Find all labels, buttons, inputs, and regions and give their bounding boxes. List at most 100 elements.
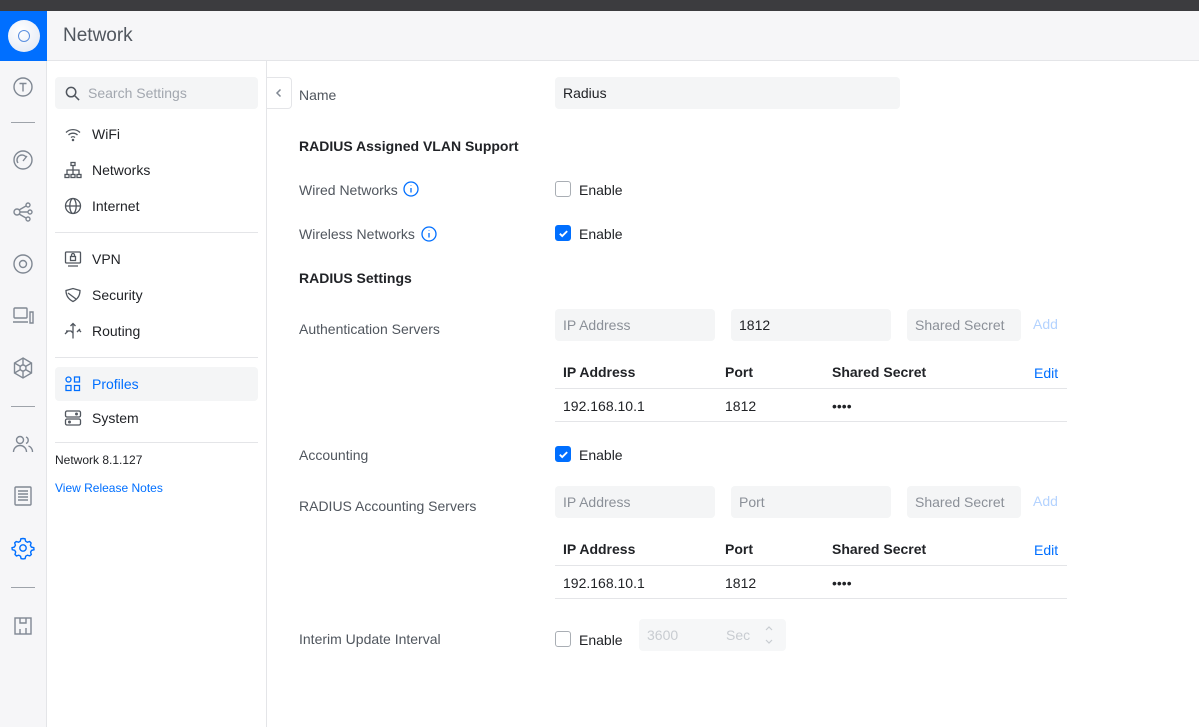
nav-divider [55, 442, 258, 443]
nav-item-profiles[interactable]: Profiles [55, 367, 258, 401]
acct-table-header-port: Port [725, 541, 753, 557]
window-top-bar [0, 0, 1199, 11]
nav-item-networks[interactable]: Networks [55, 153, 258, 187]
acct-edit-button[interactable]: Edit [1034, 542, 1058, 558]
auth-edit-button[interactable]: Edit [1034, 365, 1058, 381]
wired-networks-label: Wired Networks [299, 182, 398, 198]
wifi-icon [65, 128, 81, 142]
acct-port-input[interactable] [731, 486, 891, 518]
nav-item-system[interactable]: System [55, 401, 258, 435]
icon-rail [0, 61, 47, 727]
topology-map-icon[interactable] [9, 198, 37, 226]
nav-item-label: Internet [92, 198, 140, 214]
name-input[interactable] [555, 77, 900, 109]
profiles-icon [65, 376, 81, 392]
wireless-enable-checkbox[interactable] [555, 225, 571, 241]
admins-icon[interactable] [9, 430, 37, 458]
acct-add-button[interactable]: Add [1033, 493, 1058, 509]
table-divider [555, 598, 1067, 599]
accounting-enable-label: Enable [579, 447, 623, 463]
search-icon [65, 86, 80, 101]
clients-icon[interactable] [9, 302, 37, 330]
wired-enable-label: Enable [579, 182, 623, 198]
name-label: Name [299, 87, 337, 103]
nav-item-internet[interactable]: Internet [55, 189, 258, 223]
devices-icon[interactable] [9, 250, 37, 278]
acct-row-secret: •••• [832, 575, 852, 591]
auth-table-header-port: Port [725, 364, 753, 380]
info-icon[interactable] [421, 226, 437, 242]
search-box[interactable] [55, 77, 258, 109]
nav-item-vpn[interactable]: VPN [55, 242, 258, 276]
rail-divider [11, 587, 35, 588]
settings-nav: WiFi Networks Internet VPN Security Rout… [47, 61, 267, 727]
nav-item-security[interactable]: Security [55, 278, 258, 312]
nav-item-label: Security [92, 287, 143, 303]
topology-icon[interactable] [9, 73, 37, 101]
nav-item-label: VPN [92, 251, 121, 267]
wired-enable-checkbox[interactable] [555, 181, 571, 197]
vlan-section-title: RADIUS Assigned VLAN Support [299, 138, 519, 154]
interim-enable-checkbox[interactable] [555, 631, 571, 647]
acct-row-port: 1812 [725, 575, 757, 591]
radius-settings-title: RADIUS Settings [299, 270, 412, 286]
innerspace-icon[interactable] [9, 612, 37, 640]
auth-secret-input[interactable] [907, 309, 1021, 341]
checkmark-icon [558, 450, 568, 458]
acct-servers-label: RADIUS Accounting Servers [299, 498, 477, 514]
accounting-enable-checkbox[interactable] [555, 446, 571, 462]
info-icon[interactable] [403, 181, 419, 197]
interim-interval-label: Interim Update Interval [299, 631, 441, 647]
nav-item-routing[interactable]: Routing [55, 314, 258, 348]
auth-row-ip: 192.168.10.1 [563, 398, 645, 414]
table-divider [555, 388, 1067, 389]
auth-table-header-ip: IP Address [563, 364, 636, 380]
search-input[interactable] [88, 85, 248, 101]
interim-value: 3600 [647, 627, 679, 643]
shield-icon [65, 287, 81, 303]
rail-divider [11, 406, 35, 407]
table-divider [555, 565, 1067, 566]
app-title: Network [63, 25, 133, 46]
app-header: Network [0, 11, 1199, 61]
acct-secret-input[interactable] [907, 486, 1021, 518]
ubiquiti-logo-icon [7, 20, 40, 52]
logs-icon[interactable] [9, 482, 37, 510]
nav-item-label: Profiles [92, 376, 139, 392]
vpn-icon [64, 251, 82, 267]
auth-row-port: 1812 [725, 398, 757, 414]
acct-row-ip: 192.168.10.1 [563, 575, 645, 591]
auth-ip-input[interactable] [555, 309, 715, 341]
profile-form: Name RADIUS Assigned VLAN Support Wired … [268, 61, 1199, 727]
settings-gear-icon[interactable] [9, 534, 37, 562]
networks-icon [64, 161, 82, 179]
app-logo[interactable] [0, 11, 47, 61]
auth-servers-label: Authentication Servers [299, 321, 440, 337]
wireless-enable-label: Enable [579, 226, 623, 242]
nav-divider [55, 357, 258, 358]
dashboard-icon[interactable] [9, 146, 37, 174]
nav-item-label: Routing [92, 323, 141, 339]
release-notes-link[interactable]: View Release Notes [55, 481, 163, 495]
auth-table-header-secret: Shared Secret [832, 364, 927, 380]
nav-item-label: Networks [92, 162, 151, 178]
app-version: Network 8.1.127 [55, 453, 143, 467]
acct-table-header-ip: IP Address [563, 541, 636, 557]
nav-item-label: WiFi [92, 126, 120, 142]
wireless-networks-label: Wireless Networks [299, 226, 415, 242]
rail-divider [11, 122, 35, 123]
acct-ip-input[interactable] [555, 486, 715, 518]
nav-divider [55, 232, 258, 233]
auth-add-button[interactable]: Add [1033, 316, 1058, 332]
interim-enable-label: Enable [579, 632, 623, 648]
globe-icon [64, 197, 82, 215]
table-divider [555, 421, 1067, 422]
nav-item-label: System [92, 410, 139, 426]
routing-icon [64, 322, 82, 339]
auth-row-secret: •••• [832, 398, 852, 414]
nav-item-wifi[interactable]: WiFi [55, 117, 258, 151]
system-icon [64, 410, 82, 426]
interim-unit: Sec [726, 627, 751, 643]
auth-port-input[interactable] [731, 309, 891, 341]
insights-icon[interactable] [9, 354, 37, 382]
